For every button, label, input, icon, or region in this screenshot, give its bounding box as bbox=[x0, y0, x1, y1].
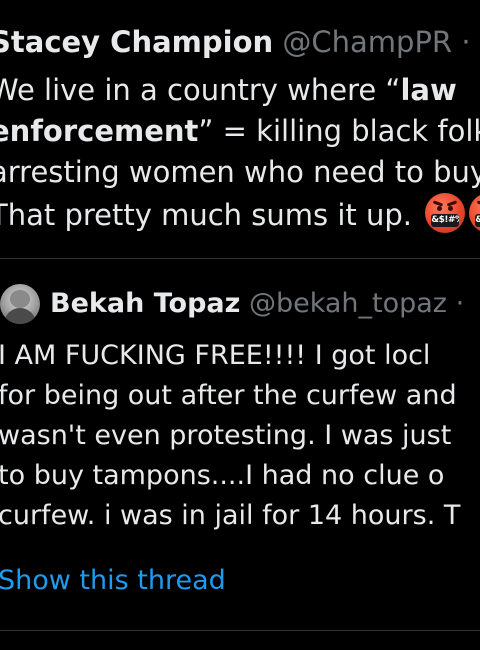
author-name[interactable]: Stacey Champion bbox=[0, 25, 273, 59]
tweet-text-line: enforcement” = killing black folks bbox=[0, 111, 480, 152]
text-segment: ” = killing black folks bbox=[198, 114, 480, 148]
text-segment-bold: law bbox=[400, 73, 457, 107]
quoted-tweet-header: Bekah Topaz @bekah_topaz · bbox=[50, 284, 464, 324]
tweet-text-line: arresting women who need to buy t bbox=[0, 152, 480, 193]
face-with-symbols-on-mouth-emoji: &$!#% bbox=[469, 193, 480, 233]
avatar[interactable] bbox=[0, 284, 40, 324]
emoji-mouth-symbols: &$!#% bbox=[475, 214, 480, 227]
tweet-text: We live in a country where “law enforcem… bbox=[0, 70, 480, 234]
quoted-text-line: for being out after the curfew and bbox=[0, 380, 457, 411]
tweet[interactable]: Stacey Champion @ChampPR · 6/ We live in… bbox=[0, 0, 480, 256]
author-handle-text[interactable]: @ChampPR bbox=[282, 25, 452, 59]
quoted-author-handle-text[interactable]: @bekah_topaz bbox=[249, 288, 447, 319]
author-handle[interactable]: @ChampPR · 6/ bbox=[282, 25, 480, 59]
tweet-text-line: That pretty much sums it up. &$!#% &$!#% bbox=[0, 193, 480, 234]
divider bbox=[0, 630, 480, 631]
show-thread-link[interactable]: Show this thread bbox=[0, 561, 226, 601]
quoted-text-line: to buy tampons....I had no clue o bbox=[0, 460, 445, 491]
text-segment: We live in a country where “ bbox=[0, 73, 401, 107]
tweet-header: Stacey Champion @ChampPR · 6/ bbox=[0, 22, 480, 62]
separator: · bbox=[461, 25, 471, 59]
quoted-author-name[interactable]: Bekah Topaz bbox=[50, 288, 240, 319]
quoted-author-handle[interactable]: @bekah_topaz · bbox=[249, 288, 464, 319]
quoted-text-line: I AM FUCKING FREE!!!! I got locl bbox=[0, 340, 431, 371]
quoted-text-line: wasn't even protesting. I was just bbox=[0, 420, 452, 451]
divider bbox=[0, 258, 480, 259]
face-with-symbols-on-mouth-emoji: &$!#% bbox=[425, 193, 466, 233]
text-segment: arresting women who need to buy t bbox=[0, 155, 480, 189]
quoted-tweet-text: I AM FUCKING FREE!!!! I got locl for bei… bbox=[0, 336, 480, 536]
emoji-mouth-symbols: &$!#% bbox=[431, 214, 460, 227]
tweet-text-line: We live in a country where “law bbox=[0, 70, 480, 111]
separator: · bbox=[455, 288, 465, 319]
text-segment: That pretty much sums it up. bbox=[0, 198, 413, 232]
text-segment-bold: enforcement bbox=[0, 114, 199, 148]
quoted-text-line: curfew. i was in jail for 14 hours. T bbox=[0, 500, 461, 531]
quoted-tweet[interactable]: Bekah Topaz @bekah_topaz · I AM FUCKING … bbox=[0, 272, 480, 612]
